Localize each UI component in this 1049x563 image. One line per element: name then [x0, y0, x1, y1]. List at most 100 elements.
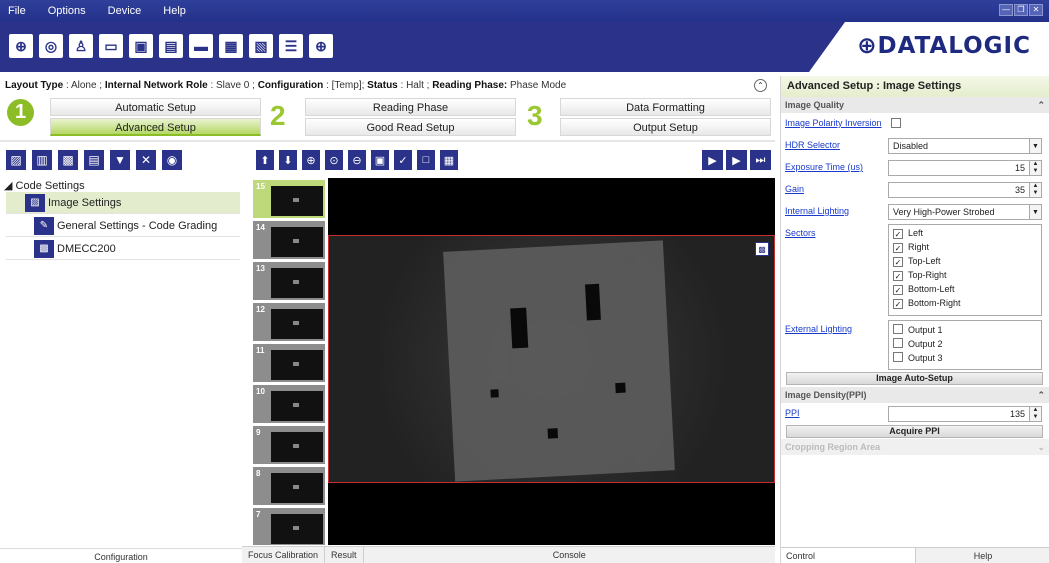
sector-top-left[interactable]: ✓ Top-Left: [893, 256, 1037, 270]
reading-phase-button[interactable]: Reading Phase: [305, 98, 516, 116]
thumbnail[interactable]: 12: [253, 303, 325, 341]
tab-result[interactable]: Result: [325, 547, 364, 563]
output-1[interactable]: Output 1: [893, 324, 1037, 338]
automatic-setup-button[interactable]: Automatic Setup: [50, 98, 261, 116]
output-setup-button[interactable]: Output Setup: [560, 118, 771, 136]
spinner-icon[interactable]: ▲ ▼: [1029, 407, 1041, 421]
exposure-time-label[interactable]: Exposure Time (us): [785, 162, 863, 172]
sector-bottom-right[interactable]: ✓ Bottom-Right: [893, 298, 1037, 312]
delete-icon[interactable]: ✕: [136, 150, 156, 170]
filter-icon[interactable]: ▼: [110, 150, 130, 170]
device-config-icon[interactable]: ▧: [249, 34, 273, 58]
sector-left[interactable]: ✓ Left: [893, 228, 1037, 242]
barcode-icon[interactable]: ▥: [32, 150, 52, 170]
checkbox-checked[interactable]: ✓: [893, 285, 903, 295]
thumbnail[interactable]: 8: [253, 467, 325, 505]
zoom-fit-icon[interactable]: ⊙: [325, 150, 343, 170]
thumbnail[interactable]: 9: [253, 426, 325, 464]
search-code-icon[interactable]: ◉: [162, 150, 182, 170]
menu-help[interactable]: Help: [152, 5, 197, 17]
tab-console[interactable]: Console: [364, 547, 775, 563]
sectors-label[interactable]: Sectors: [785, 228, 816, 238]
device-icon[interactable]: ▦: [219, 34, 243, 58]
maximize-button[interactable]: ❐: [1014, 4, 1028, 16]
checkbox-unchecked[interactable]: [893, 338, 903, 348]
menu-device[interactable]: Device: [97, 5, 153, 17]
spinner-icon[interactable]: ▲ ▼: [1029, 161, 1041, 175]
thumbnail[interactable]: 11: [253, 344, 325, 382]
image-viewer[interactable]: ▩: [328, 178, 775, 545]
hdr-selector-dropdown[interactable]: Disabled ▼: [888, 138, 1042, 154]
image-auto-setup-button[interactable]: Image Auto-Setup: [786, 372, 1043, 385]
thumbnail[interactable]: 13: [253, 262, 325, 300]
user-icon[interactable]: ♙: [69, 34, 93, 58]
good-read-setup-button[interactable]: Good Read Setup: [305, 118, 516, 136]
advanced-setup-button[interactable]: Advanced Setup: [50, 118, 261, 136]
thumbnail[interactable]: 10: [253, 385, 325, 423]
spinner-icon[interactable]: ▲ ▼: [1029, 183, 1041, 197]
statistics-icon[interactable]: ☰: [279, 34, 303, 58]
external-lighting-label[interactable]: External Lighting: [785, 324, 852, 334]
acquire-ppi-button[interactable]: Acquire PPI: [786, 425, 1043, 438]
sector-right[interactable]: ✓ Right: [893, 242, 1037, 256]
menu-options[interactable]: Options: [37, 5, 97, 17]
thumbnail[interactable]: 7: [253, 508, 325, 545]
camera-icon[interactable]: ▣: [129, 34, 153, 58]
tab-help[interactable]: Help: [915, 548, 1049, 563]
frame-icon[interactable]: □: [417, 150, 435, 170]
polarity-inversion-checkbox[interactable]: [891, 118, 901, 128]
output-3[interactable]: Output 3: [893, 352, 1037, 366]
arrow-up-icon[interactable]: ⬆: [256, 150, 274, 170]
data-formatting-button[interactable]: Data Formatting: [560, 98, 771, 116]
sector-bottom-left[interactable]: ✓ Bottom-Left: [893, 284, 1037, 298]
hdr-selector-label[interactable]: HDR Selector: [785, 140, 840, 150]
camera-search-icon[interactable]: ▤: [159, 34, 183, 58]
image-settings-icon[interactable]: ▨: [6, 150, 26, 170]
thumbnail[interactable]: 15: [253, 180, 325, 218]
internal-lighting-label[interactable]: Internal Lighting: [785, 206, 849, 216]
polarity-inversion-label[interactable]: Image Polarity Inversion: [785, 118, 882, 128]
checkbox-checked[interactable]: ✓: [893, 257, 903, 267]
minimize-button[interactable]: —: [999, 4, 1013, 16]
tree-item-general-settings[interactable]: ✎ General Settings - Code Grading: [6, 215, 240, 237]
target-icon[interactable]: ⊕: [309, 34, 333, 58]
save-image-icon[interactable]: ▣: [371, 150, 389, 170]
checkbox-checked[interactable]: ✓: [893, 299, 903, 309]
internal-lighting-dropdown[interactable]: Very High-Power Strobed ▼: [888, 204, 1042, 220]
sector-top-right[interactable]: ✓ Top-Right: [893, 270, 1037, 284]
ppi-input[interactable]: 135 ▲ ▼: [888, 406, 1042, 422]
output-2[interactable]: Output 2: [893, 338, 1037, 352]
close-button[interactable]: ✕: [1029, 4, 1043, 16]
tree-root-code-settings[interactable]: ◢ Code Settings: [4, 179, 85, 192]
crosshair-icon[interactable]: ⊕: [9, 34, 33, 58]
play-icon[interactable]: ▶: [726, 150, 747, 170]
tab-focus-calibration[interactable]: Focus Calibration: [242, 547, 326, 563]
gain-label[interactable]: Gain: [785, 184, 804, 194]
ppi-label[interactable]: PPI: [785, 408, 800, 418]
code-overlay-icon[interactable]: ▩: [755, 242, 769, 256]
section-image-quality[interactable]: Image Quality ⌃: [781, 97, 1049, 113]
exposure-time-input[interactable]: 15 ▲ ▼: [888, 160, 1042, 176]
step-forward-icon[interactable]: ⏭: [750, 150, 771, 170]
checkbox-checked[interactable]: ✓: [893, 243, 903, 253]
gain-input[interactable]: 35 ▲ ▼: [888, 182, 1042, 198]
zoom-out-icon[interactable]: ⊖: [348, 150, 366, 170]
thumbnail[interactable]: 14: [253, 221, 325, 259]
checkbox-unchecked[interactable]: [893, 324, 903, 334]
search-device-icon[interactable]: ◎: [39, 34, 63, 58]
section-cropping-region[interactable]: Cropping Region Area ⌄: [781, 439, 1049, 455]
check-icon[interactable]: ✓: [394, 150, 412, 170]
menu-file[interactable]: File: [0, 5, 37, 17]
window-icon[interactable]: ▭: [99, 34, 123, 58]
postal-code-icon[interactable]: ▤: [84, 150, 104, 170]
configuration-tab[interactable]: Configuration: [0, 548, 242, 563]
arrow-down-icon[interactable]: ⬇: [279, 150, 297, 170]
checkbox-checked[interactable]: ✓: [893, 271, 903, 281]
monitor-icon[interactable]: ▬: [189, 34, 213, 58]
tree-item-dmecc200[interactable]: ▩ DMECC200: [6, 238, 240, 260]
grid-icon[interactable]: ▦: [440, 150, 458, 170]
tab-control[interactable]: Control: [781, 548, 915, 563]
collapse-up-icon[interactable]: ⌃: [754, 79, 767, 92]
datamatrix-icon[interactable]: ▩: [58, 150, 78, 170]
zoom-in-icon[interactable]: ⊕: [302, 150, 320, 170]
